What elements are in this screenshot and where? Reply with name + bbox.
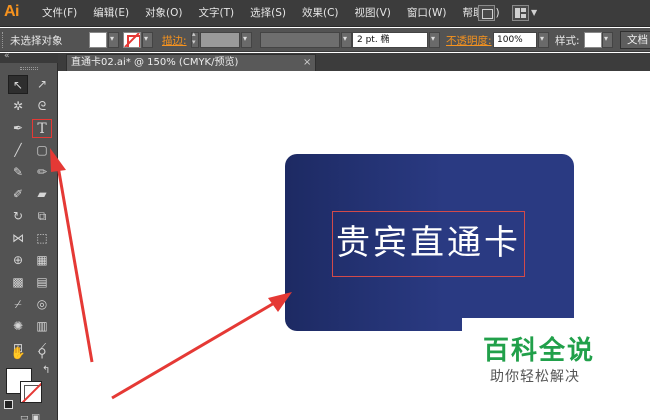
perspective-grid-tool-icon[interactable]: ▦	[32, 251, 52, 270]
stroke-color-box[interactable]	[20, 381, 42, 403]
symbol-sprayer-tool-icon[interactable]: ✺	[8, 317, 28, 336]
stroke-weight-spinner[interactable]	[191, 30, 199, 48]
stroke-label[interactable]: 描边:	[162, 33, 187, 48]
toolbox-grip[interactable]	[20, 67, 38, 70]
opacity-label[interactable]: 不透明度:	[446, 33, 492, 48]
menu-window[interactable]: 窗口(W)	[399, 0, 455, 27]
hand-tool-icon[interactable]: ✋	[8, 344, 28, 363]
stroke-dropdown[interactable]	[142, 32, 153, 48]
line-segment-tool-icon[interactable]: ╱	[8, 141, 28, 160]
rotate-tool-icon[interactable]: ↻	[8, 207, 28, 226]
mesh-tool-icon[interactable]: ▩	[8, 273, 28, 292]
menu-items: 文件(F) 编辑(E) 对象(O) 文字(T) 选择(S) 效果(C) 视图(V…	[34, 0, 508, 27]
zoom-tool-icon[interactable]: ⚲	[32, 344, 52, 363]
swap-colors-icon[interactable]: ↰	[42, 365, 50, 376]
width-tool-icon[interactable]: ⋈	[8, 229, 28, 248]
stroke-weight-dropdown[interactable]	[241, 32, 252, 48]
style-label: 样式:	[555, 35, 580, 47]
opacity-dropdown[interactable]	[538, 32, 549, 48]
gradient-tool-icon[interactable]: ▤	[32, 273, 52, 292]
variable-width-profile[interactable]	[260, 32, 340, 48]
menu-object[interactable]: 对象(O)	[137, 0, 190, 27]
collapse-icon[interactable]: «	[4, 51, 10, 61]
document-tab[interactable]: 直通卡02.ai* @ 150% (CMYK/预览) ×	[66, 54, 316, 71]
bridge-icon[interactable]	[478, 5, 495, 21]
scale-tool-icon[interactable]: ⧉	[32, 207, 52, 226]
menu-view[interactable]: 视图(V)	[347, 0, 399, 27]
pencil-tool-icon[interactable]: ✏	[32, 163, 52, 182]
selection-status: 未选择对象	[10, 35, 63, 47]
chevron-down-icon[interactable]: ▼	[531, 8, 537, 17]
toolbox-panel: « ↖ ↗ ✲ ᘓ ✒ T ╱ ▢ ✎ ✏ ✐ ▰ ↻ ⧉ ⋈ ⬚ ⊕ ▦ ▩ …	[0, 51, 58, 420]
menu-file[interactable]: 文件(F)	[34, 0, 85, 27]
eraser-tool-icon[interactable]: ▰	[32, 185, 52, 204]
watermark-subtitle: 助你轻松解决	[490, 369, 580, 385]
opacity-input[interactable]: 100%	[493, 32, 537, 48]
fill-color-swatch[interactable]	[89, 32, 107, 48]
menu-bar: Ai 文件(F) 编辑(E) 对象(O) 文字(T) 选择(S) 效果(C) 视…	[0, 0, 650, 27]
variable-width-dropdown[interactable]	[341, 32, 352, 48]
eyedropper-tool-icon[interactable]: ⌿	[8, 295, 28, 314]
brush-definition-field[interactable]: 2 pt. 椭	[352, 32, 428, 48]
magic-wand-tool-icon[interactable]: ✲	[8, 97, 28, 116]
default-colors-icon[interactable]	[4, 400, 13, 409]
document-tab-title: 直通卡02.ai* @ 150% (CMYK/预览)	[71, 57, 239, 68]
free-transform-tool-icon[interactable]: ⬚	[32, 229, 52, 248]
selection-tool-icon[interactable]: ↖	[8, 75, 28, 94]
pen-tool-icon[interactable]: ✒	[8, 119, 28, 138]
drawing-mode-icons[interactable]: ▭ ▣	[20, 413, 40, 420]
illustrator-logo: Ai	[4, 3, 20, 20]
control-bar-grip[interactable]	[2, 32, 5, 48]
blob-brush-tool-icon[interactable]: ✐	[8, 185, 28, 204]
graphic-style-dropdown[interactable]	[602, 32, 613, 48]
graphic-style-swatch[interactable]	[584, 32, 602, 48]
blend-tool-icon[interactable]: ◎	[32, 295, 52, 314]
column-graph-tool-icon[interactable]: ▥	[32, 317, 52, 336]
menu-select[interactable]: 选择(S)	[242, 0, 294, 27]
document-setup-button[interactable]: 文档	[620, 31, 650, 49]
menu-type[interactable]: 文字(T)	[191, 0, 243, 27]
type-tool-icon[interactable]: T	[32, 119, 52, 138]
watermark-title: 百科全说	[483, 336, 596, 366]
direct-selection-tool-icon[interactable]: ↗	[32, 75, 52, 94]
fill-dropdown[interactable]	[108, 32, 119, 48]
brush-definition-dropdown[interactable]	[429, 32, 440, 48]
lasso-tool-icon[interactable]: ᘓ	[32, 97, 52, 116]
close-icon[interactable]: ×	[303, 55, 311, 70]
stroke-weight-field[interactable]	[200, 32, 240, 48]
stroke-color-swatch[interactable]	[123, 32, 141, 48]
menu-edit[interactable]: 编辑(E)	[85, 0, 137, 27]
card-title-text[interactable]: 贵宾直通卡	[332, 211, 525, 277]
paintbrush-tool-icon[interactable]: ✎	[8, 163, 28, 182]
shape-builder-tool-icon[interactable]: ⊕	[8, 251, 28, 270]
menu-effect[interactable]: 效果(C)	[294, 0, 347, 27]
rounded-rectangle-tool-icon[interactable]: ▢	[32, 141, 52, 160]
control-bar: 未选择对象 描边: 2 pt. 椭 不透明度: 100% 样式: 文档	[0, 28, 650, 52]
document-tab-strip: 直通卡02.ai* @ 150% (CMYK/预览) ×	[58, 53, 650, 71]
toolbox-header: «	[0, 51, 58, 63]
arrange-documents-icon[interactable]	[512, 5, 529, 21]
